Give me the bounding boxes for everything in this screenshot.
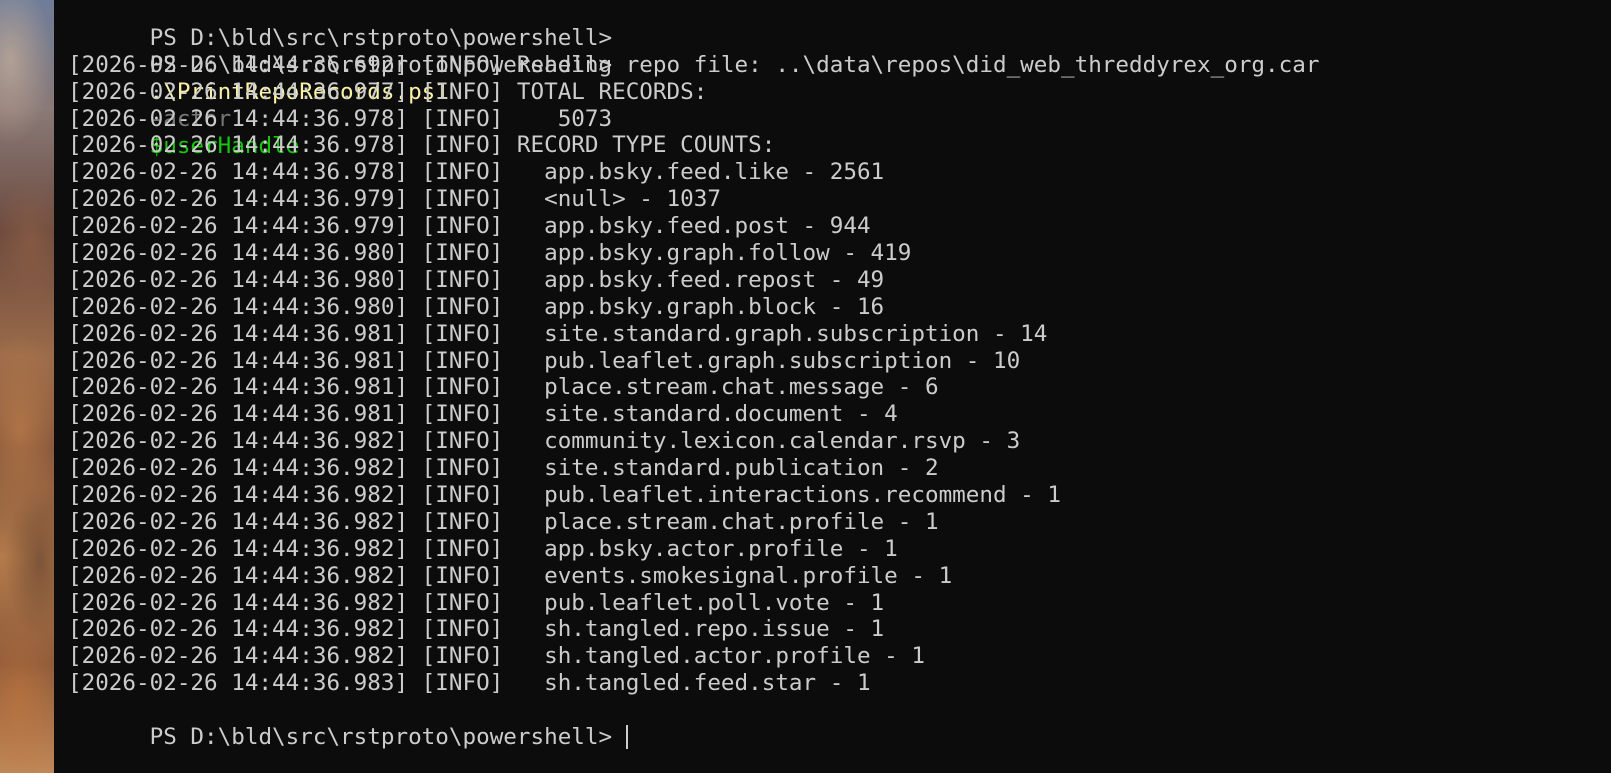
current-prompt-line[interactable]: PS D:\bld\src\rstproto\powershell> (68, 697, 1611, 750)
log-line: [2026-02-26 14:44:36.983] [INFO] sh.tang… (68, 670, 871, 697)
log-line: [2026-02-26 14:44:36.980] [INFO] app.bsk… (68, 240, 912, 267)
log-line: [2026-02-26 14:44:36.982] [INFO] app.bsk… (68, 535, 898, 562)
log-line: [2026-02-26 14:44:36.981] [INFO] place.s… (68, 374, 939, 401)
log-line: [2026-02-26 14:44:36.692] [INFO] Reading… (68, 51, 1320, 78)
log-line: [2026-02-26 14:44:36.982] [INFO] pub.lea… (68, 482, 1061, 509)
log-line: [2026-02-26 14:44:36.978] [INFO] app.bsk… (68, 159, 885, 186)
log-line: [2026-02-26 14:44:36.982] [INFO] place.s… (68, 508, 939, 535)
log-line: [2026-02-26 14:44:36.982] [INFO] sh.tang… (68, 616, 885, 643)
desktop-wallpaper (0, 0, 54, 773)
text-cursor (626, 725, 629, 750)
log-output: [2026-02-26 14:44:36.692] [INFO] Reading… (68, 52, 1611, 697)
log-line: [2026-02-26 14:44:36.981] [INFO] pub.lea… (68, 347, 1021, 374)
log-line: [2026-02-26 14:44:36.982] [INFO] pub.lea… (68, 589, 885, 616)
prompt-path: PS D:\bld\src\rstproto\powershell> (149, 724, 613, 751)
prompt-line: PS D:\bld\src\rstproto\powershell> (68, 0, 1611, 51)
log-line: [2026-02-26 14:44:36.978] [INFO] 5073 (68, 105, 613, 132)
log-line: [2026-02-26 14:44:36.982] [INFO] communi… (68, 428, 1021, 455)
log-line: [2026-02-26 14:44:36.981] [INFO] site.st… (68, 401, 898, 428)
log-line: [2026-02-26 14:44:36.979] [INFO] app.bsk… (68, 213, 871, 240)
log-line: [2026-02-26 14:44:36.981] [INFO] site.st… (68, 320, 1048, 347)
log-line: [2026-02-26 14:44:36.979] [INFO] <null> … (68, 186, 721, 213)
log-line: [2026-02-26 14:44:36.980] [INFO] app.bsk… (68, 266, 885, 293)
log-line: [2026-02-26 14:44:36.982] [INFO] events.… (68, 562, 953, 589)
log-line: [2026-02-26 14:44:36.982] [INFO] sh.tang… (68, 643, 925, 670)
terminal-window[interactable]: PS D:\bld\src\rstproto\powershell> PS D:… (54, 0, 1611, 773)
log-line: [2026-02-26 14:44:36.977] [INFO] TOTAL R… (68, 78, 708, 105)
log-line: [2026-02-26 14:44:36.978] [INFO] RECORD … (68, 132, 776, 159)
prompt-path: PS D:\bld\src\rstproto\powershell> (149, 24, 613, 51)
log-line: [2026-02-26 14:44:36.982] [INFO] site.st… (68, 455, 939, 482)
log-line: [2026-02-26 14:44:36.980] [INFO] app.bsk… (68, 293, 885, 320)
desktop-screen: PS D:\bld\src\rstproto\powershell> PS D:… (0, 0, 1611, 773)
